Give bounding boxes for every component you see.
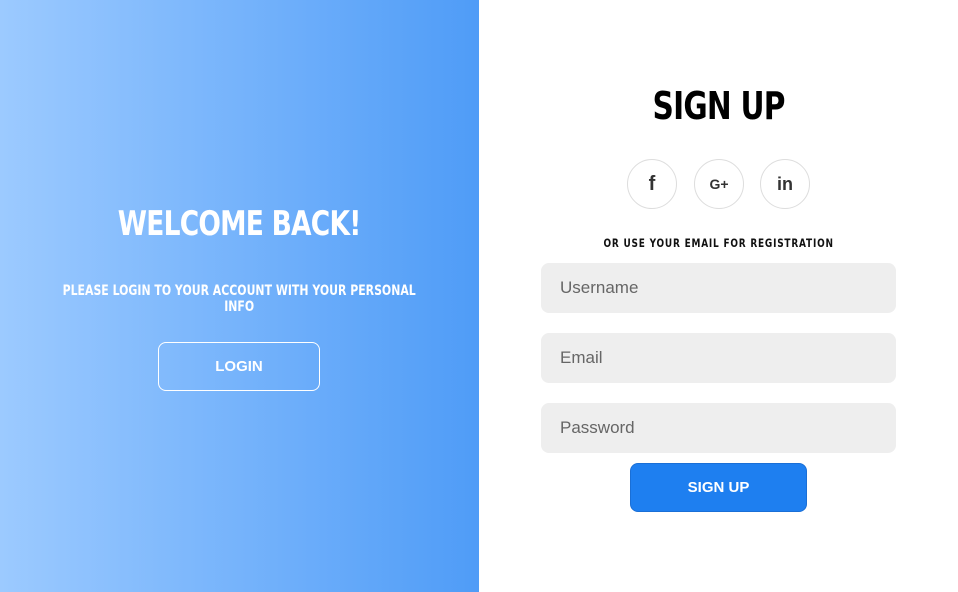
facebook-icon: f	[648, 172, 656, 195]
password-field[interactable]	[541, 403, 896, 453]
signup-button[interactable]: SIGN UP	[630, 463, 807, 512]
facebook-button[interactable]: f	[627, 159, 677, 209]
signup-panel: SIGN UP f G+ in OR USE YOUR EMAIL FOR RE…	[479, 0, 958, 592]
welcome-subtitle: PLEASE LOGIN TO YOUR ACCOUNT WITH YOUR P…	[62, 283, 416, 315]
linkedin-button[interactable]: in	[760, 159, 810, 209]
welcome-title: WELCOME BACK!	[117, 204, 362, 244]
google-plus-button[interactable]: G+	[694, 159, 744, 209]
registration-divider-text: OR USE YOUR EMAIL FOR REGISTRATION	[603, 236, 834, 250]
username-field[interactable]	[541, 263, 896, 313]
signup-title: SIGN UP	[652, 84, 786, 128]
login-button[interactable]: LOGIN	[158, 342, 320, 391]
welcome-panel: WELCOME BACK! PLEASE LOGIN TO YOUR ACCOU…	[0, 0, 479, 592]
linkedin-icon: in	[777, 173, 793, 194]
email-field[interactable]	[541, 333, 896, 383]
google-plus-icon: G+	[709, 176, 729, 192]
